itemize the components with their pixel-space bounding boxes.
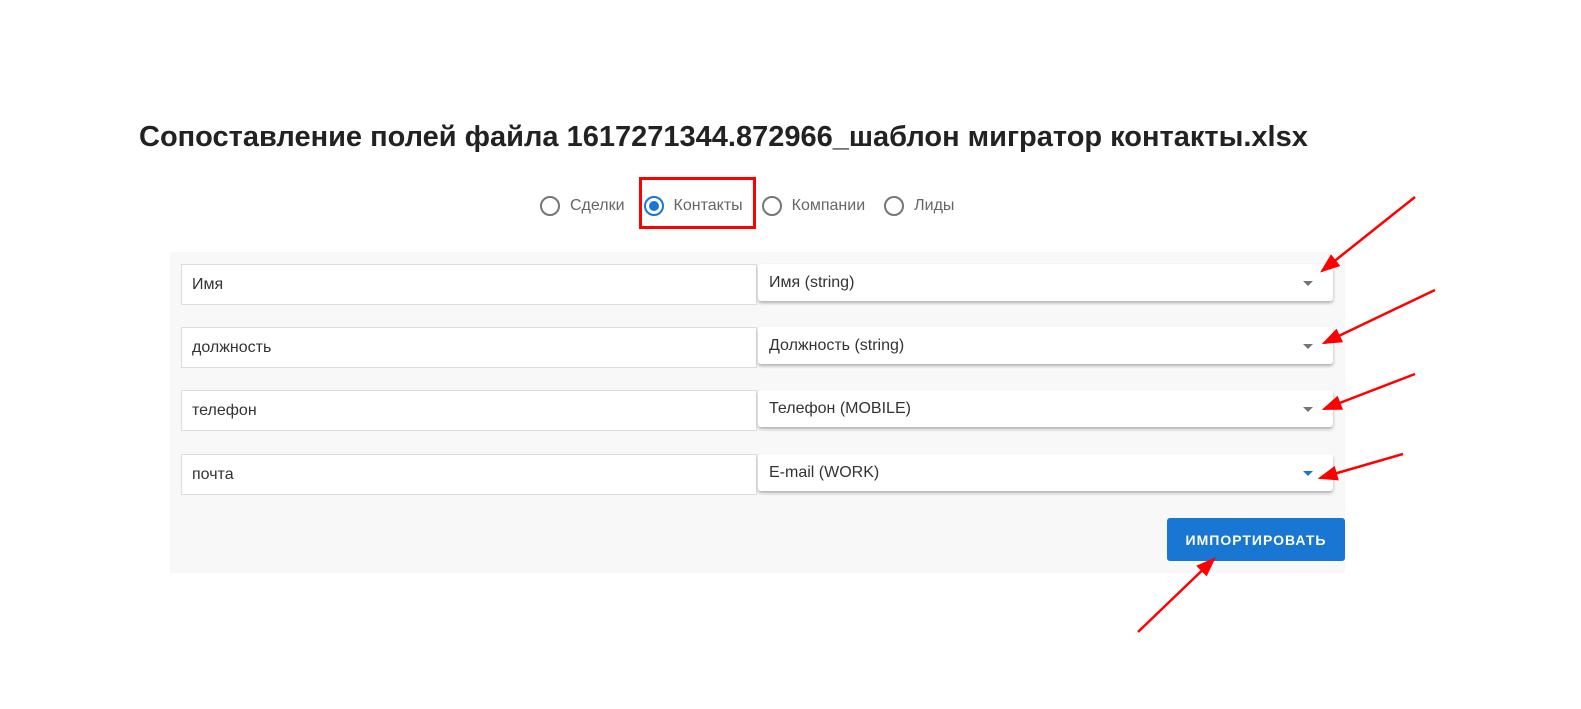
radio-label: Компании (791, 197, 866, 214)
dropdown-arrow-icon (1303, 281, 1313, 286)
dropdown-arrow-icon (1303, 471, 1313, 476)
select-value: E-mail (WORK) (769, 464, 880, 481)
source-field-input[interactable] (181, 454, 757, 495)
select-value: Телефон (MOBILE) (769, 400, 911, 417)
source-field-input[interactable] (181, 327, 757, 368)
mapping-row: Должность (string) (181, 327, 1333, 368)
target-field-select[interactable]: Должность (string) (758, 327, 1333, 364)
radio-circle-icon (761, 196, 782, 216)
mapping-row: Телефон (MOBILE) (181, 390, 1333, 431)
entity-type-radio-group: Сделки Контакты Компании Лиды (540, 194, 973, 218)
select-value: Имя (string) (769, 274, 855, 291)
mapping-row: E-mail (WORK) (181, 454, 1333, 495)
source-field-input[interactable] (181, 390, 757, 431)
radio-circle-icon (540, 196, 560, 216)
select-value: Должность (string) (769, 337, 905, 354)
target-field-select[interactable]: Имя (string) (758, 264, 1333, 301)
target-field-select[interactable]: Телефон (MOBILE) (758, 390, 1333, 427)
dropdown-arrow-icon (1303, 407, 1313, 412)
radio-leads[interactable]: Лиды (884, 196, 954, 216)
radio-circle-icon (884, 196, 905, 216)
target-field-select[interactable]: E-mail (WORK) (758, 454, 1333, 491)
radio-label: Сделки (570, 197, 625, 214)
radio-companies[interactable]: Компании (761, 196, 866, 216)
field-mapping-panel: Имя (string) Должность (string) Телефон … (170, 252, 1345, 573)
mapping-row: Имя (string) (181, 264, 1333, 305)
annotation-highlight-box (639, 177, 756, 229)
page-title: Сопоставление полей файла 1617271344.872… (139, 121, 1308, 153)
radio-label: Лиды (914, 197, 955, 214)
import-button[interactable]: ИМПОРТИРОВАТЬ (1167, 518, 1345, 561)
dropdown-arrow-icon (1303, 344, 1313, 349)
radio-deals[interactable]: Сделки (540, 196, 625, 216)
source-field-input[interactable] (181, 264, 757, 305)
